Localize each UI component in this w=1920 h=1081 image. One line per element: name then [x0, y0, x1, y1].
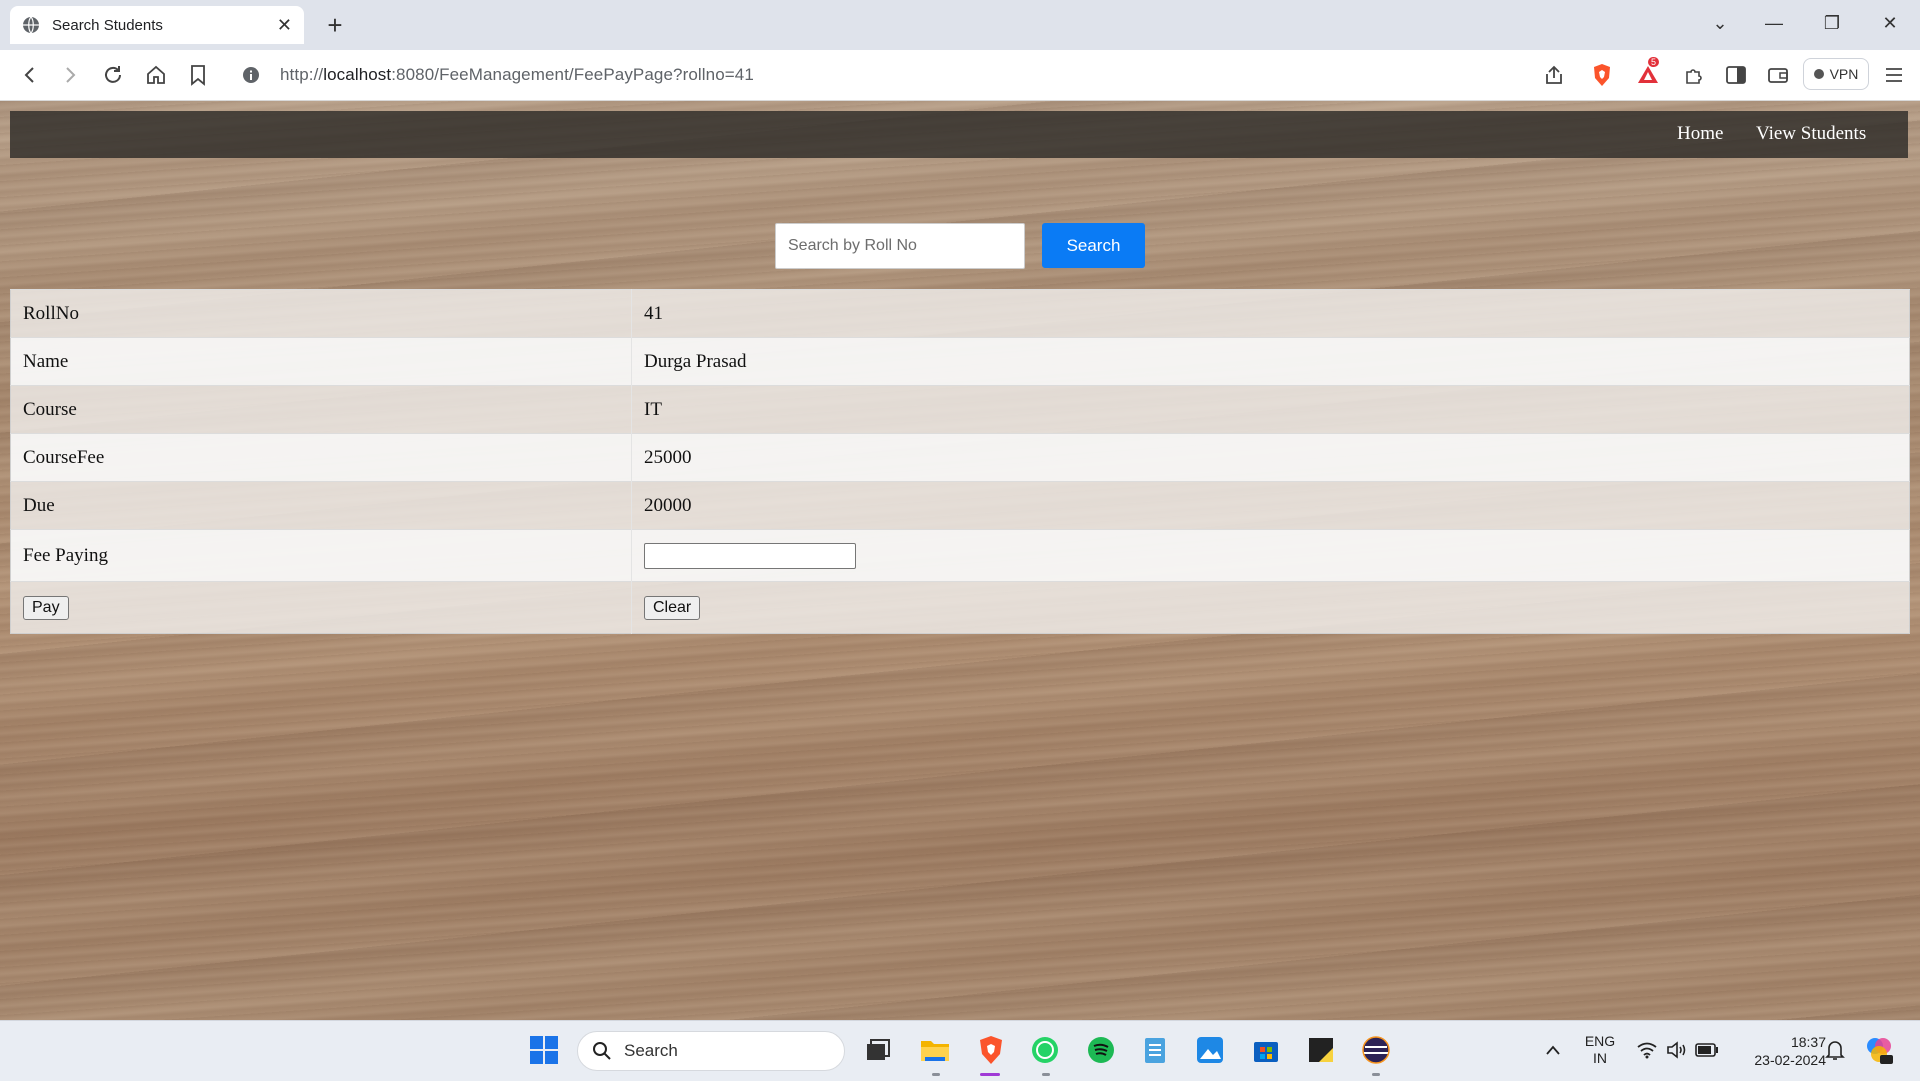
- browser-tab-bar: Search Students ✕ + ⌄ — ❐ ✕: [0, 0, 1920, 50]
- pay-button[interactable]: Pay: [23, 595, 69, 620]
- row-label: Due: [10, 481, 632, 530]
- table-row: Pay Clear: [10, 581, 1910, 634]
- row-label: RollNo: [10, 289, 632, 338]
- windows-taskbar: Search ENG IN 18:37 23-02-2024: [0, 1020, 1920, 1081]
- brave-rewards-icon[interactable]: 5: [1634, 57, 1662, 89]
- close-tab-icon[interactable]: ✕: [277, 15, 292, 36]
- browser-tab[interactable]: Search Students ✕: [10, 6, 304, 44]
- minimize-icon[interactable]: —: [1754, 6, 1794, 40]
- tab-title: Search Students: [52, 16, 163, 34]
- table-row: Due 20000: [10, 481, 1910, 530]
- browser-toolbar: http://localhost:8080/FeeManagement/FeeP…: [0, 50, 1920, 101]
- running-indicator: [932, 1073, 940, 1076]
- tab-search-chevron-icon[interactable]: ⌄: [1700, 6, 1740, 40]
- volume-icon[interactable]: [1660, 1033, 1694, 1067]
- brave-browser-icon[interactable]: [974, 1033, 1008, 1067]
- sticky-notes-icon[interactable]: [1304, 1033, 1338, 1067]
- share-icon[interactable]: [1540, 61, 1568, 89]
- search-button[interactable]: Search: [1042, 223, 1145, 268]
- row-value: 41: [631, 289, 1910, 338]
- active-app-indicator: [980, 1073, 1000, 1076]
- row-label: Course: [10, 385, 632, 434]
- photos-icon[interactable]: [1193, 1033, 1227, 1067]
- student-details-table: RollNo 41 Name Durga Prasad Course IT Co…: [10, 289, 1910, 634]
- running-indicator: [1372, 1073, 1380, 1076]
- clock[interactable]: 18:37 23-02-2024: [1734, 1033, 1826, 1069]
- wallet-icon[interactable]: [1764, 61, 1792, 89]
- rewards-badge: 5: [1648, 57, 1660, 67]
- home-icon[interactable]: [142, 61, 170, 89]
- row-label: Name: [10, 337, 632, 386]
- pay-cell: Pay: [10, 581, 632, 634]
- row-value: 25000: [631, 433, 1910, 482]
- row-value: 20000: [631, 481, 1910, 530]
- task-view-icon[interactable]: [861, 1033, 895, 1067]
- address-bar[interactable]: http://localhost:8080/FeeManagement/FeeP…: [228, 58, 1518, 92]
- windows-start-icon[interactable]: [527, 1033, 561, 1067]
- table-row: RollNo 41: [10, 289, 1910, 338]
- battery-icon[interactable]: [1690, 1033, 1724, 1067]
- brave-shields-icon[interactable]: [1588, 61, 1616, 89]
- eclipse-ide-icon[interactable]: [1359, 1033, 1393, 1067]
- vpn-status-icon: [1813, 69, 1824, 79]
- running-indicator: [1042, 1073, 1050, 1076]
- restore-icon[interactable]: ❐: [1812, 6, 1852, 40]
- nav-home-link[interactable]: Home: [1677, 123, 1723, 145]
- url-text: http://localhost:8080/FeeManagement/FeeP…: [280, 65, 754, 84]
- bookmark-icon[interactable]: [184, 61, 212, 89]
- row-value: IT: [631, 385, 1910, 434]
- whatsapp-icon[interactable]: [1028, 1033, 1062, 1067]
- wifi-icon[interactable]: [1630, 1033, 1664, 1067]
- language-indicator[interactable]: ENG IN: [1582, 1033, 1618, 1067]
- site-navbar: Home View Students: [10, 111, 1908, 158]
- nav-view-students-link[interactable]: View Students: [1756, 123, 1866, 145]
- row-value: Durga Prasad: [631, 337, 1910, 386]
- reload-icon[interactable]: [99, 61, 127, 89]
- taskbar-search-label: Search: [624, 1041, 678, 1060]
- site-info-icon[interactable]: [242, 66, 260, 84]
- file-explorer-icon[interactable]: [918, 1033, 952, 1067]
- sidebar-icon[interactable]: [1722, 61, 1750, 89]
- spotify-icon[interactable]: [1084, 1033, 1118, 1067]
- back-icon[interactable]: [16, 61, 44, 89]
- table-row: Name Durga Prasad: [10, 337, 1910, 386]
- search-rollno-input[interactable]: [775, 223, 1025, 269]
- fee-paying-input[interactable]: [644, 542, 856, 569]
- fee-paying-label: Fee Paying: [10, 529, 632, 582]
- close-window-icon[interactable]: ✕: [1870, 6, 1910, 40]
- page-content: Home View Students Search RollNo 41 Name…: [0, 101, 1920, 1020]
- table-row: Course IT: [10, 385, 1910, 434]
- vpn-button[interactable]: VPN: [1803, 58, 1869, 90]
- forward-icon[interactable]: [56, 61, 84, 89]
- notepad-icon[interactable]: [1138, 1033, 1172, 1067]
- table-row: CourseFee 25000: [10, 433, 1910, 482]
- table-row: Fee Paying: [10, 529, 1910, 582]
- menu-icon[interactable]: [1880, 61, 1908, 89]
- search-icon: [593, 1042, 611, 1060]
- notification-bell-icon[interactable]: [1818, 1033, 1852, 1067]
- extensions-icon[interactable]: [1680, 61, 1708, 89]
- taskbar-search[interactable]: Search: [577, 1031, 845, 1071]
- clear-button[interactable]: Clear: [644, 595, 701, 620]
- fee-paying-cell: [631, 529, 1910, 582]
- vpn-label: VPN: [1829, 66, 1859, 82]
- row-label: CourseFee: [10, 433, 632, 482]
- show-hidden-icons-chevron[interactable]: [1536, 1033, 1570, 1067]
- clear-cell: Clear: [631, 581, 1910, 634]
- globe-icon: [23, 16, 39, 34]
- new-tab-icon[interactable]: +: [320, 10, 350, 40]
- microsoft-store-icon[interactable]: [1249, 1033, 1283, 1067]
- copilot-icon[interactable]: [1862, 1033, 1896, 1067]
